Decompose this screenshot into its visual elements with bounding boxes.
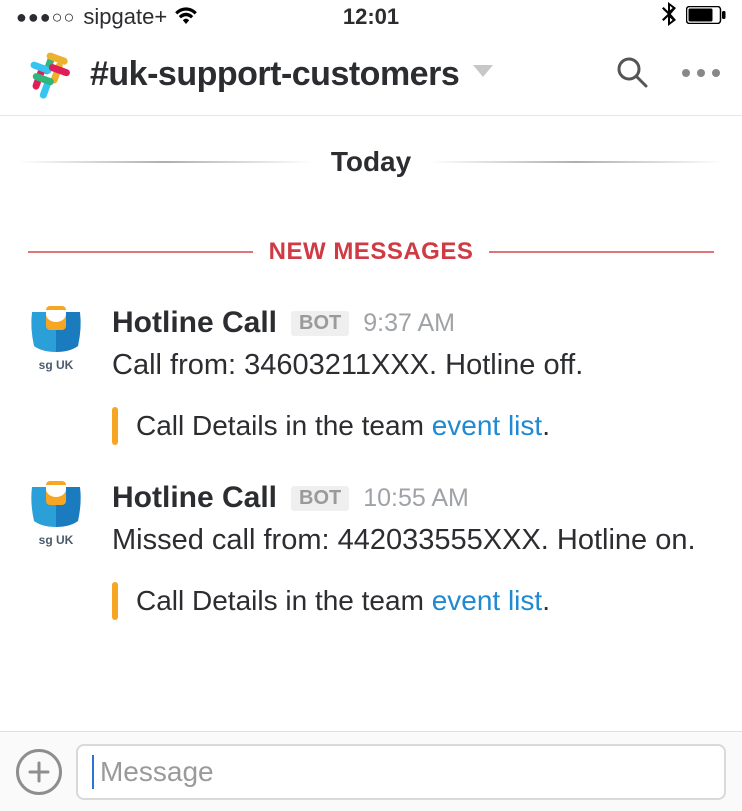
- attachment-text: Call Details in the team event list.: [136, 585, 550, 617]
- chevron-down-icon[interactable]: [473, 65, 493, 84]
- attachment-text: Call Details in the team event list.: [136, 410, 550, 442]
- channel-name[interactable]: #uk-support-customers: [90, 55, 459, 94]
- slack-logo-icon: [24, 51, 72, 99]
- attachment-link[interactable]: event list: [432, 585, 543, 616]
- divider-line: [18, 161, 313, 163]
- status-right: [399, 2, 726, 32]
- message-header: Hotline Call BOT 10:55 AM: [112, 481, 714, 515]
- message-header: Hotline Call BOT 9:37 AM: [112, 306, 714, 340]
- more-icon[interactable]: [680, 66, 722, 84]
- attachment-prefix: Call Details in the team: [136, 585, 432, 616]
- avatar[interactable]: sg UK: [28, 306, 84, 362]
- signal-dots-icon: ●●●○○: [16, 7, 75, 28]
- message-input[interactable]: [98, 755, 710, 789]
- bot-badge: BOT: [291, 486, 349, 511]
- attachment-suffix: .: [542, 585, 550, 616]
- message-list: sg UK Hotline Call BOT 9:37 AM Call from…: [0, 266, 742, 646]
- status-time: 12:01: [343, 4, 399, 30]
- message-text: Call from: 34603211XXX. Hotline off.: [112, 346, 714, 385]
- day-divider: Today: [0, 146, 742, 178]
- status-left: ●●●○○ sipgate+: [16, 4, 343, 30]
- message-attachment: Call Details in the team event list.: [112, 582, 714, 620]
- text-caret: [92, 755, 94, 789]
- add-button[interactable]: [16, 749, 62, 795]
- message-item[interactable]: sg UK Hotline Call BOT 10:55 AM Missed c…: [0, 471, 742, 646]
- attachment-bar: [112, 582, 118, 620]
- composer: [0, 731, 742, 811]
- avatar[interactable]: sg UK: [28, 481, 84, 537]
- new-messages-divider: NEW MESSAGES: [0, 238, 742, 266]
- avatar-tag: sg UK: [28, 533, 84, 547]
- sender-name[interactable]: Hotline Call: [112, 481, 277, 515]
- status-bar: ●●●○○ sipgate+ 12:01: [0, 0, 742, 34]
- attachment-bar: [112, 407, 118, 445]
- divider-line: [489, 251, 714, 253]
- day-label: Today: [331, 146, 411, 178]
- battery-icon: [686, 4, 726, 30]
- carrier-label: sipgate+: [83, 4, 167, 30]
- bot-badge: BOT: [291, 311, 349, 336]
- message-attachment: Call Details in the team event list.: [112, 407, 714, 445]
- divider-line: [429, 161, 724, 163]
- message-body: Hotline Call BOT 10:55 AM Missed call fr…: [112, 481, 714, 620]
- message-item[interactable]: sg UK Hotline Call BOT 9:37 AM Call from…: [0, 296, 742, 471]
- message-input-wrap[interactable]: [76, 744, 726, 800]
- message-text: Missed call from: 442033555XXX. Hotline …: [112, 521, 714, 560]
- new-messages-label: NEW MESSAGES: [269, 238, 474, 266]
- message-time: 10:55 AM: [363, 484, 469, 513]
- attachment-link[interactable]: event list: [432, 410, 543, 441]
- attachment-prefix: Call Details in the team: [136, 410, 432, 441]
- channel-header: #uk-support-customers: [0, 34, 742, 116]
- bluetooth-icon: [662, 2, 676, 32]
- avatar-tag: sg UK: [28, 358, 84, 372]
- message-time: 9:37 AM: [363, 309, 455, 338]
- sender-name[interactable]: Hotline Call: [112, 306, 277, 340]
- attachment-suffix: .: [542, 410, 550, 441]
- wifi-icon: [175, 4, 197, 30]
- message-body: Hotline Call BOT 9:37 AM Call from: 3460…: [112, 306, 714, 445]
- divider-line: [28, 251, 253, 253]
- search-icon[interactable]: [614, 54, 650, 95]
